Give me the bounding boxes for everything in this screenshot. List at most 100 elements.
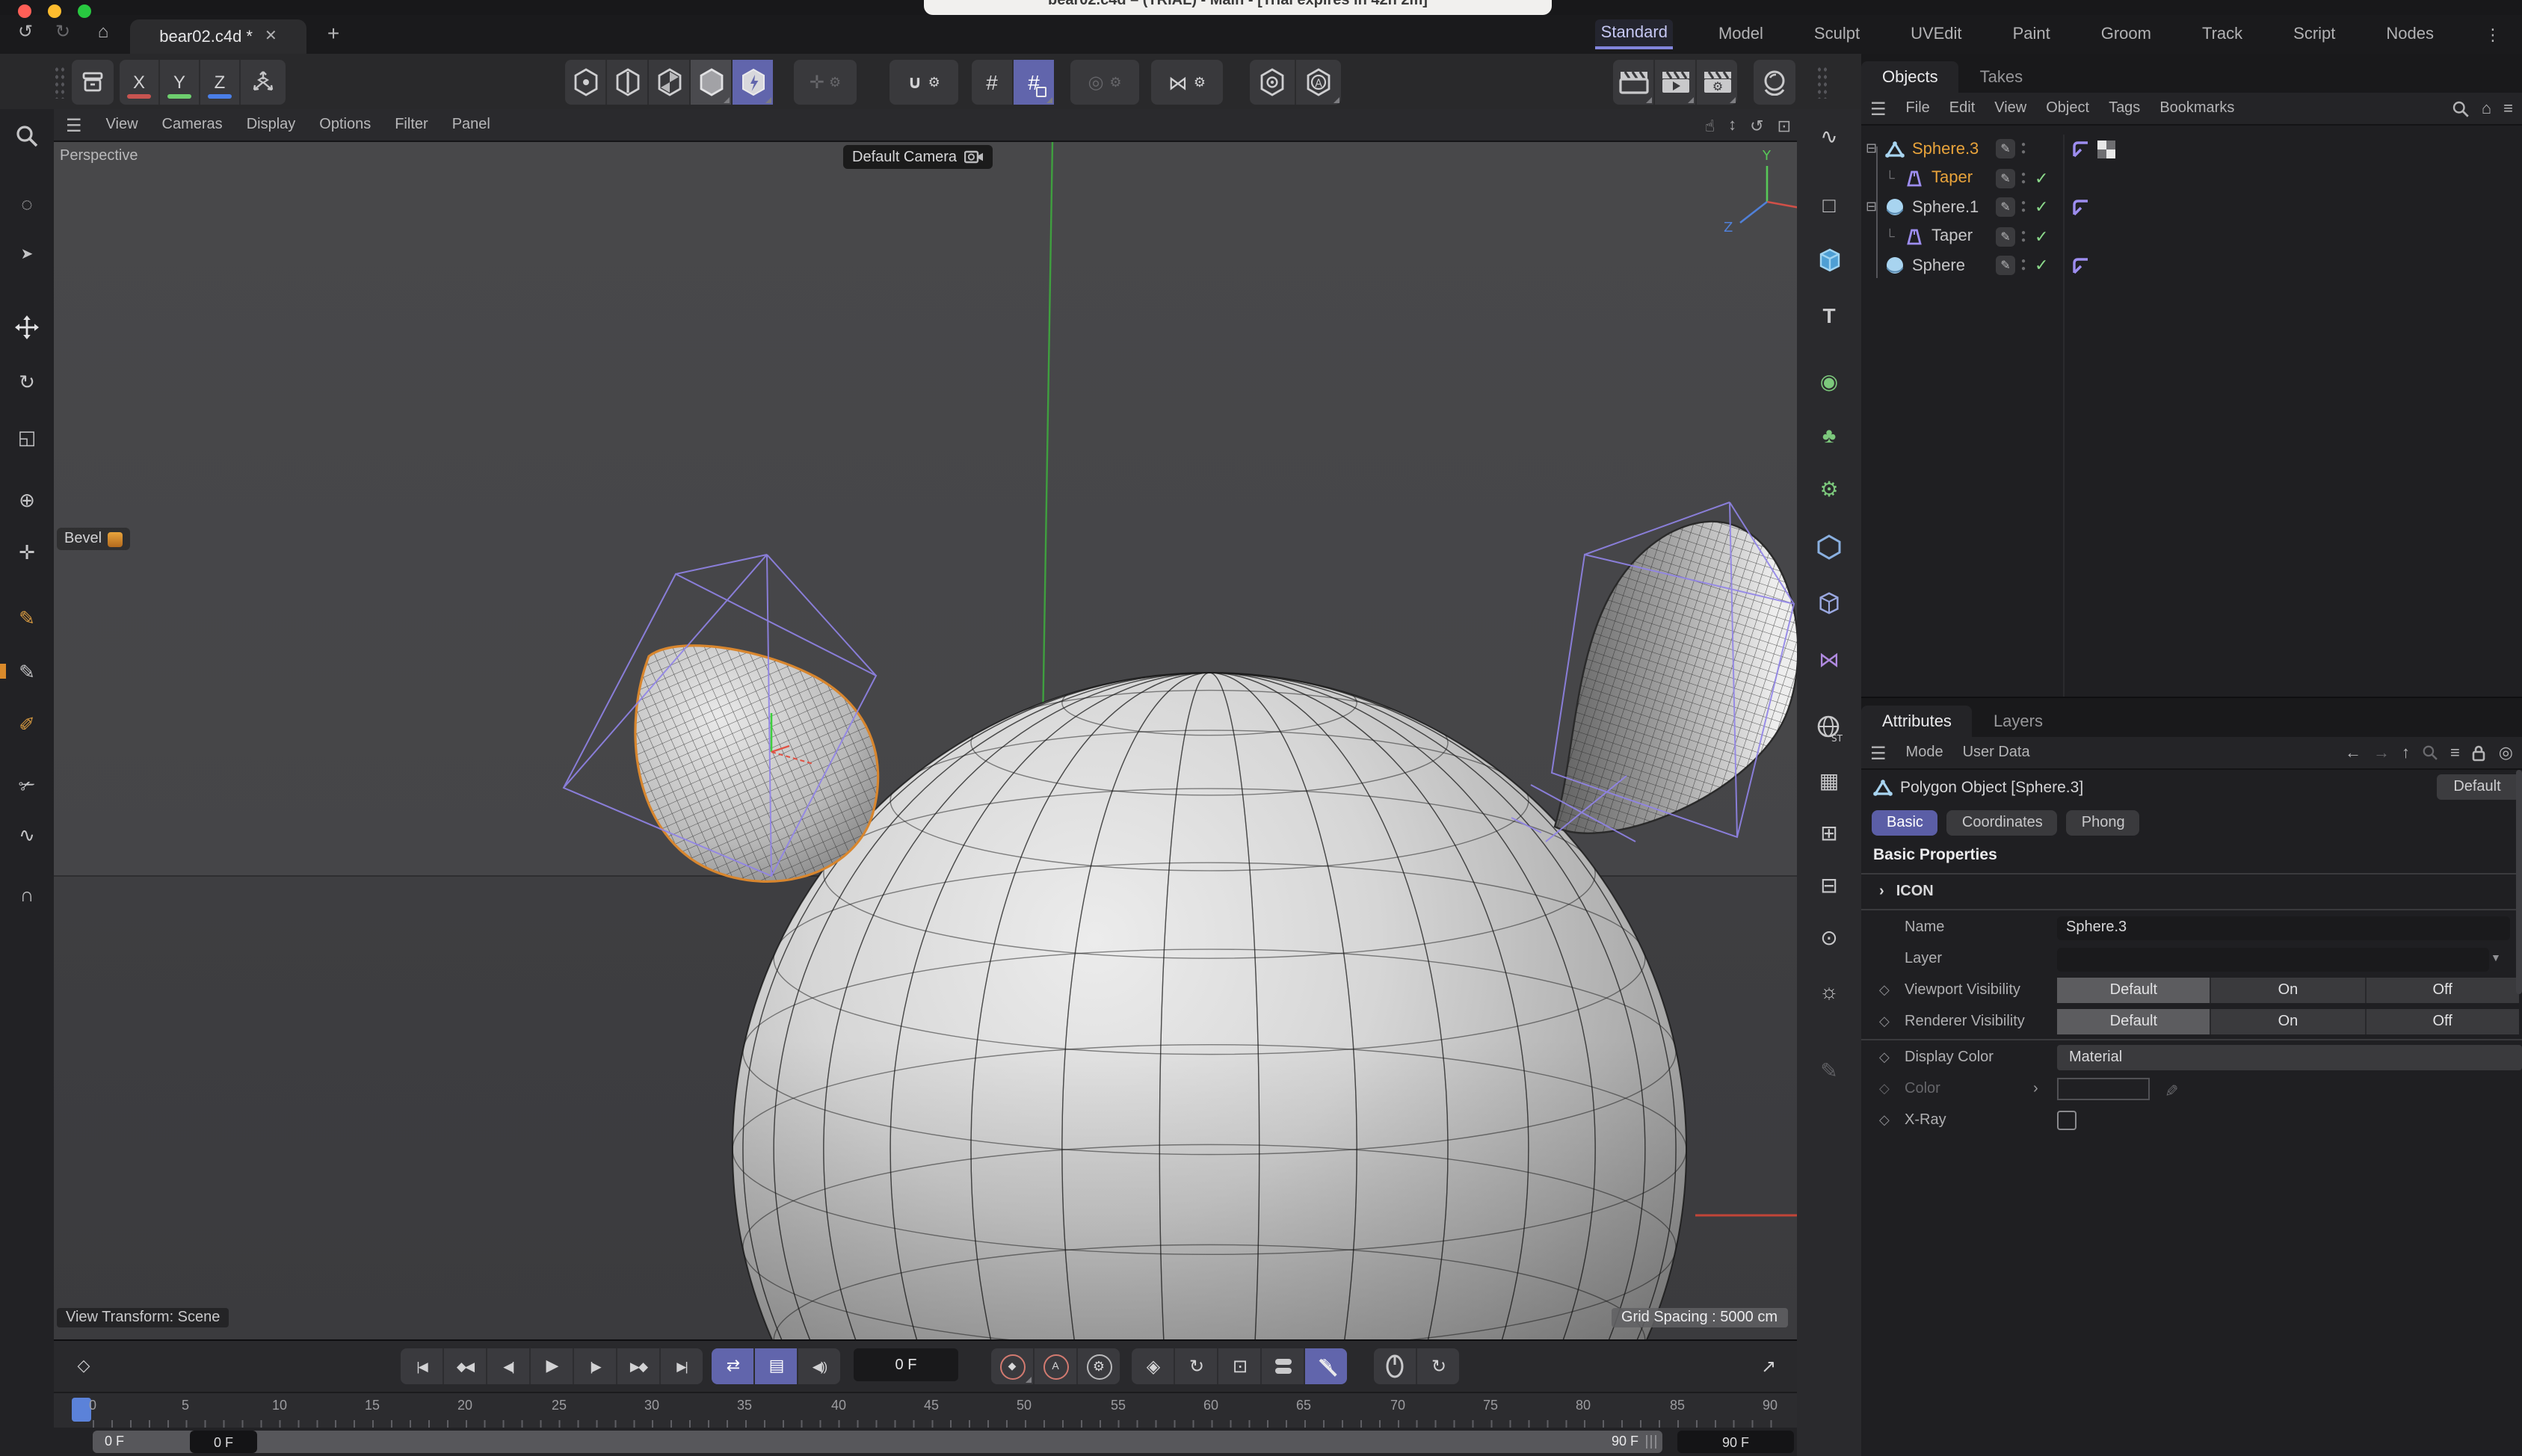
object-row-sphere3[interactable]: ⊟ Sphere.3 ✎ ●● [1861, 135, 2522, 163]
xray-checkbox[interactable] [2057, 1111, 2077, 1130]
axis-modify-tool[interactable]: ✛ [0, 541, 54, 565]
key-diamond-icon[interactable]: ◇ [1879, 982, 1890, 999]
key-rotation-button[interactable]: ↻ [1175, 1348, 1218, 1384]
left-ear-sphere[interactable] [564, 555, 878, 881]
expand-chevron-icon[interactable]: › [2033, 1081, 2038, 1097]
up-icon[interactable]: ↑ [2402, 744, 2410, 762]
snap-settings-button[interactable]: ∪ ⚙ [890, 60, 958, 105]
vegetation-tool[interactable]: ♣ [1797, 423, 1861, 447]
spline-tool[interactable]: ∿ [0, 824, 54, 848]
interactive-render-button[interactable] [1754, 60, 1795, 105]
visibility-dots[interactable]: ●● [2021, 171, 2026, 185]
menu-cameras[interactable]: Cameras [162, 117, 223, 133]
phong-tag-icon[interactable] [2071, 197, 2090, 217]
play-mode-button[interactable]: ▤ [755, 1348, 798, 1384]
viewport-hamburger-icon[interactable]: ☰ [66, 114, 82, 135]
axis-mode-button[interactable] [733, 60, 773, 105]
edit-badge[interactable]: ✎ [1996, 256, 2015, 275]
object-row-sphere1[interactable]: ⊟ Sphere.1 ✎ ●● ✓ [1861, 193, 2522, 221]
close-tab-icon[interactable]: ✕ [265, 28, 277, 45]
range-start-field[interactable]: 0 F [190, 1431, 257, 1453]
toolbar-grip[interactable] [54, 66, 66, 99]
workspace-tab-sculpt[interactable]: Sculpt [1808, 21, 1866, 48]
keying-settings-button[interactable]: ⚙ [1078, 1348, 1120, 1384]
z-axis-lock-button[interactable]: Z [200, 60, 241, 105]
prev-key-button[interactable]: ◆◀ [444, 1348, 487, 1384]
objects-menu-object[interactable]: Object [2046, 100, 2089, 117]
pen-tool-2[interactable]: ✎ [0, 661, 54, 685]
move-tool[interactable] [0, 315, 54, 339]
visibility-dots[interactable]: ●● [2021, 229, 2026, 243]
viewport-canvas[interactable]: Y X Z Perspective Default Camera Bevel V… [54, 142, 1797, 1339]
home-icon[interactable]: ⌂ [2482, 99, 2491, 117]
key-diamond-icon[interactable]: ◇ [1879, 1049, 1890, 1066]
pan-hand-icon[interactable]: ☝ [1705, 116, 1715, 135]
menu-display[interactable]: Display [247, 117, 296, 133]
animate-record-button[interactable]: ↻ [1417, 1348, 1459, 1384]
falloff-button[interactable]: ◎ ⚙ [1070, 60, 1139, 105]
workplane-button[interactable]: # [972, 60, 1014, 105]
render-view-button[interactable] [1613, 60, 1655, 105]
play-button[interactable]: ▶ [531, 1348, 574, 1384]
camera-board-tool-2[interactable]: ⊟ [1797, 873, 1861, 898]
object-row-taper2[interactable]: └ Taper ✎ ●● ✓ [1861, 222, 2522, 250]
dropdown-arrow-icon[interactable]: ▼ [2491, 954, 2501, 964]
phong-tag-icon[interactable] [2071, 256, 2090, 275]
filter-icon[interactable]: ≡ [2503, 99, 2513, 117]
vv-default-button[interactable]: Default [2057, 978, 2212, 1003]
render-settings-button[interactable]: ⚙ [1697, 60, 1737, 105]
live-selection-tool[interactable]: ◌ [0, 193, 54, 215]
expander-icon[interactable]: ⊟ [1866, 141, 1877, 157]
globe-st-tool[interactable]: ST [1797, 715, 1861, 743]
expander-icon[interactable]: ⊟ [1866, 199, 1877, 215]
visibility-dots[interactable]: ●● [2021, 259, 2026, 272]
timeline-ruler[interactable]: 0 5 10 15 20 25 30 35 40 45 50 55 60 65 … [54, 1392, 1797, 1429]
arc-tool[interactable]: ∩ [0, 883, 54, 906]
circle-board-tool[interactable]: ⊙ [1797, 925, 1861, 951]
coordinate-system-button[interactable] [241, 60, 286, 105]
workspace-tab-nodes[interactable]: Nodes [2380, 21, 2440, 48]
vv-on-button[interactable]: On [2212, 978, 2367, 1003]
name-input[interactable]: Sphere.3 [2057, 916, 2510, 940]
icon-group-row[interactable]: › ICON [1861, 876, 2522, 907]
key-pla-disable-button[interactable]: ✎ [1305, 1348, 1347, 1384]
deformer-tool[interactable] [1797, 590, 1861, 616]
rv-default-button[interactable]: Default [2057, 1009, 2212, 1034]
keyframe-bar-button[interactable]: ◇ [67, 1348, 100, 1384]
object-row-sphere[interactable]: Sphere ✎ ●● ✓ [1861, 251, 2522, 280]
phong-tag-icon[interactable] [2071, 139, 2090, 158]
rv-off-button[interactable]: Off [2366, 1009, 2519, 1034]
edit-badge[interactable]: ✎ [1996, 197, 2015, 217]
workspace-tab-paint[interactable]: Paint [2007, 21, 2056, 48]
key-parameter-button[interactable]: ⊡ [1218, 1348, 1262, 1384]
key-toggle-button[interactable] [1262, 1348, 1305, 1384]
home-icon[interactable]: ⌂ [90, 21, 117, 42]
tab-attributes[interactable]: Attributes [1861, 706, 1973, 737]
light-tool[interactable]: ☼ [1797, 979, 1861, 1003]
y-axis-lock-button[interactable]: Y [160, 60, 200, 105]
menu-view[interactable]: View [106, 117, 138, 133]
x-axis-lock-button[interactable]: X [120, 60, 160, 105]
model-mode-button[interactable] [691, 60, 733, 105]
display-color-dropdown[interactable]: Material [2057, 1045, 2522, 1070]
tweak-mode-button[interactable]: ✛ ⚙ [794, 60, 857, 105]
texture-tag-icon[interactable] [2097, 140, 2115, 158]
minimize-window-button[interactable] [48, 4, 61, 18]
default-preset-button[interactable]: Default [2437, 774, 2518, 800]
objects-menu-file[interactable]: File [1906, 100, 1930, 117]
workspace-tab-standard[interactable]: Standard [1595, 19, 1674, 49]
key-diamond-icon[interactable]: ◇ [1879, 1112, 1890, 1129]
layer-dropdown[interactable] [2057, 947, 2489, 971]
pen-tool[interactable]: ✎ [0, 607, 54, 631]
workspace-menu-icon[interactable]: ⋮ [2479, 20, 2507, 49]
symmetry-button[interactable]: ⋈ ⚙ [1151, 60, 1223, 105]
target-icon[interactable]: ◎ [2499, 743, 2513, 762]
cloner-tool[interactable]: ◉ [1797, 369, 1861, 395]
mouse-record-button[interactable] [1374, 1348, 1417, 1384]
visibility-dots[interactable]: ●● [2021, 142, 2026, 155]
workspace-tab-groom[interactable]: Groom [2095, 21, 2157, 48]
chip-coordinates[interactable]: Coordinates [1947, 809, 2058, 835]
next-frame-button[interactable]: |▶ [574, 1348, 617, 1384]
redo-icon[interactable]: ↻ [49, 21, 76, 42]
object-name[interactable]: Sphere [1912, 256, 1965, 274]
